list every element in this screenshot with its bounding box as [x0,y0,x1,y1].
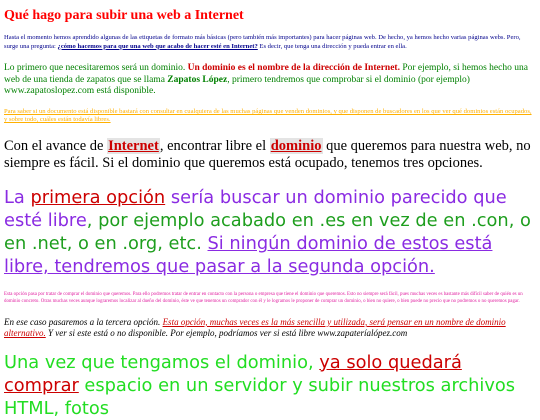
options-text-2: , encontrar libre el [159,138,270,155]
brand-name: Zapatos López [167,74,228,85]
second-option-paragraph: Esta opción pasa por tratar de comprar e… [4,292,523,304]
third-option-paragraph: En ese caso pasaremos a la tercera opció… [4,317,536,339]
intro-question-link[interactable]: ¿cómo hacemos para que una web que acabo… [58,43,258,50]
intro-text-after: Es decir, que tenga una dirección y pued… [257,42,407,50]
availability-paragraph: Para saber si un documento está disponib… [4,108,536,124]
hosting-paragraph: Una vez que tengamos el dominio, ya solo… [4,351,536,420]
domain-paragraph: Lo primero que necesitaremos será un dom… [4,63,536,98]
internet-highlight-link[interactable]: Internet [107,138,160,155]
first-option-link[interactable]: primera opción [30,187,165,208]
first-option-paragraph: La primera opción sería buscar un domini… [4,186,536,278]
options-text-1: Con el avance de [4,138,108,155]
availability-link[interactable]: y sobre todo, cuáles están todavía libre… [4,116,111,123]
intro-paragraph: Hasta el momento hemos aprendido algunas… [4,34,536,51]
dominio-highlight-link[interactable]: dominio [269,138,323,155]
hosting-text-2: espacio en un servidor y subir nuestros … [4,374,516,419]
hosting-text-1: Una vez que tengamos el dominio, [4,351,320,373]
third-option-text-1: En ese caso pasaremos a la tercera opció… [4,316,163,327]
options-paragraph: Con el avance de Internet, encontrar lib… [4,138,536,172]
article: Qué hago para subir una web a Internet H… [0,0,540,420]
domain-definition: Un dominio es el nombre de la dirección … [187,63,400,74]
first-option-text-1: La [4,187,31,209]
page-title: Qué hago para subir una web a Internet [4,8,244,23]
availability-text: Para saber si un documento está disponib… [4,107,532,115]
domain-text-1: Lo primero que necesitaremos será un dom… [4,63,188,74]
third-option-text-2: Y ver si este está o no disponible. Por … [45,327,408,338]
